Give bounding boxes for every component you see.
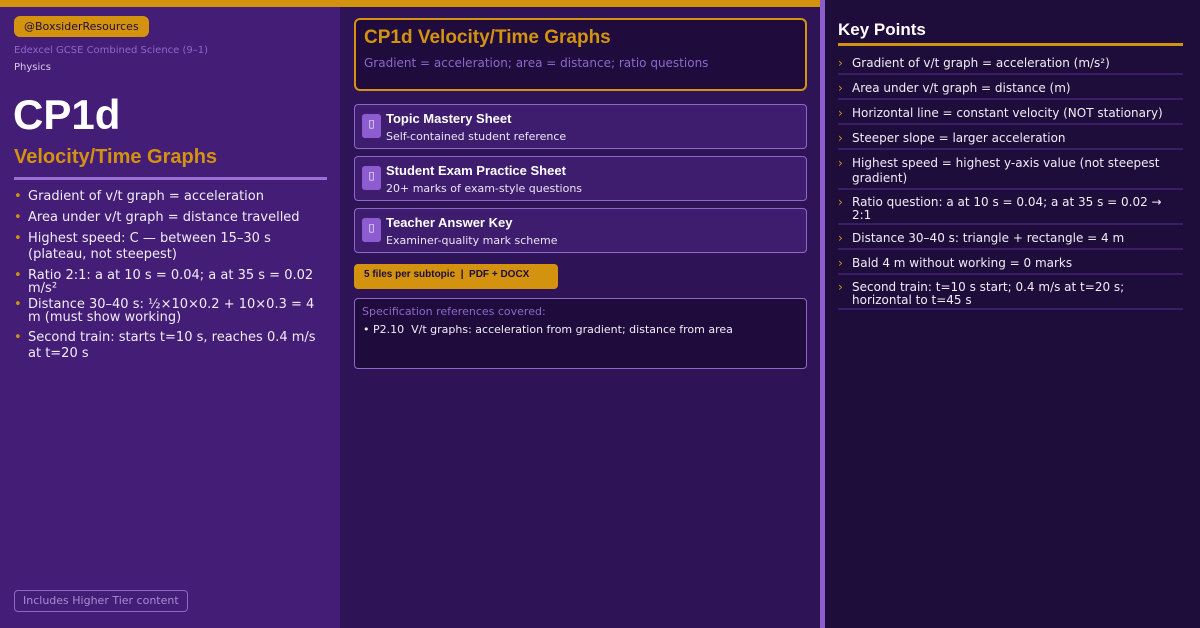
list-item: • Distance 30–40 s: ½×10×0.2 + 10×0.3 = 4… [14, 297, 315, 325]
topic-code: CP1d [13, 91, 121, 138]
resource-panel: CP1d Velocity/Time Graphs Gradient = acc… [340, 7, 820, 628]
chevron-right-icon: › [838, 156, 843, 170]
file-description: Examiner-quality mark scheme [386, 234, 558, 247]
list-item: › Distance 30–40 s: triangle + rectangle … [838, 225, 1183, 250]
bullet-icon: • [14, 210, 22, 225]
chevron-right-icon: › [838, 56, 843, 70]
list-item: › Highest speed = highest y-axis value (n… [838, 150, 1183, 190]
hero-title: CP1d Velocity/Time Graphs [364, 27, 611, 48]
title-divider [14, 177, 327, 180]
list-item: › Horizontal line = constant velocity (NO… [838, 100, 1183, 125]
list-item: • Area under v/t graph = distance travell… [14, 210, 300, 225]
document-icon: ▯ [362, 218, 381, 242]
list-item: • Ratio 2:1: a at 10 s = 0.04; a at 35 s … [14, 268, 314, 296]
chevron-right-icon: › [838, 81, 843, 95]
chevron-right-icon: › [838, 231, 843, 245]
bullet-icon: • [14, 330, 22, 345]
file-card-answer-key[interactable]: ▯ Teacher Answer Key Examiner-quality ma… [354, 208, 807, 253]
files-count-badge: 5 files per subtopic | PDF + DOCX [354, 264, 558, 289]
list-item: • Highest speed: C — between 15–30 s (pla… [14, 231, 271, 262]
subject-label: Physics [14, 62, 51, 73]
chevron-right-icon: › [838, 131, 843, 145]
list-item: › Area under v/t graph = distance (m) [838, 75, 1183, 100]
list-item: › Second train: t=10 s start; 0.4 m/s at … [838, 275, 1183, 310]
key-points-panel: Key Points › Gradient of v/t graph = acce… [825, 0, 1200, 628]
key-points-list: › Gradient of v/t graph = acceleration (m… [838, 50, 1183, 310]
list-item: › Ratio question: a at 10 s = 0.04; a at … [838, 190, 1183, 225]
document-icon: ▯ [362, 166, 381, 190]
list-item: • Gradient of v/t graph = acceleration [14, 189, 264, 204]
hero-card: CP1d Velocity/Time Graphs Gradient = acc… [354, 18, 807, 91]
top-accent-bar [0, 0, 820, 7]
file-card-exam-practice[interactable]: ▯ Student Exam Practice Sheet 20+ marks … [354, 156, 807, 201]
topic-summary-panel: @BoxsiderResources Edexcel GCSE Combined… [0, 7, 340, 628]
document-icon: ▯ [362, 114, 381, 138]
chevron-right-icon: › [838, 106, 843, 120]
summary-list: • Gradient of v/t graph = acceleration • A… [14, 189, 324, 362]
chevron-right-icon: › [838, 195, 843, 209]
higher-tier-badge: Includes Higher Tier content [14, 590, 188, 612]
brand-handle: @BoxsiderResources [14, 16, 149, 37]
bullet-icon: • [14, 231, 22, 246]
file-title: Student Exam Practice Sheet [386, 163, 566, 178]
file-description: Self-contained student reference [386, 130, 567, 143]
topic-title: Velocity/Time Graphs [14, 146, 218, 168]
chevron-right-icon: › [838, 256, 843, 270]
exam-board-label: Edexcel GCSE Combined Science (9–1) [14, 45, 209, 56]
list-item: › Bald 4 m without working = 0 marks [838, 250, 1183, 275]
bullet-icon: • [14, 189, 22, 204]
file-card-topic-mastery[interactable]: ▯ Topic Mastery Sheet Self-contained stu… [354, 104, 807, 149]
key-points-title: Key Points [838, 20, 926, 39]
list-item: › Steeper slope = larger acceleration [838, 125, 1183, 150]
list-item: › Gradient of v/t graph = acceleration (m… [838, 50, 1183, 75]
spec-item: • P2.10 V/t graphs: acceleration from gr… [363, 323, 733, 336]
spec-references-box: Specification references covered: • P2.1… [354, 298, 807, 369]
spec-heading: Specification references covered: [362, 305, 546, 318]
key-points-rule [838, 43, 1183, 46]
bullet-icon: • [14, 268, 22, 283]
bullet-icon: • [14, 297, 22, 312]
chevron-right-icon: › [838, 280, 843, 294]
file-title: Topic Mastery Sheet [386, 111, 512, 126]
file-title: Teacher Answer Key [386, 215, 513, 230]
hero-subtitle: Gradient = acceleration; area = distance… [364, 56, 709, 70]
list-item: • Second train: starts t=10 s, reaches 0.… [14, 330, 316, 361]
file-description: 20+ marks of exam-style questions [386, 182, 583, 195]
